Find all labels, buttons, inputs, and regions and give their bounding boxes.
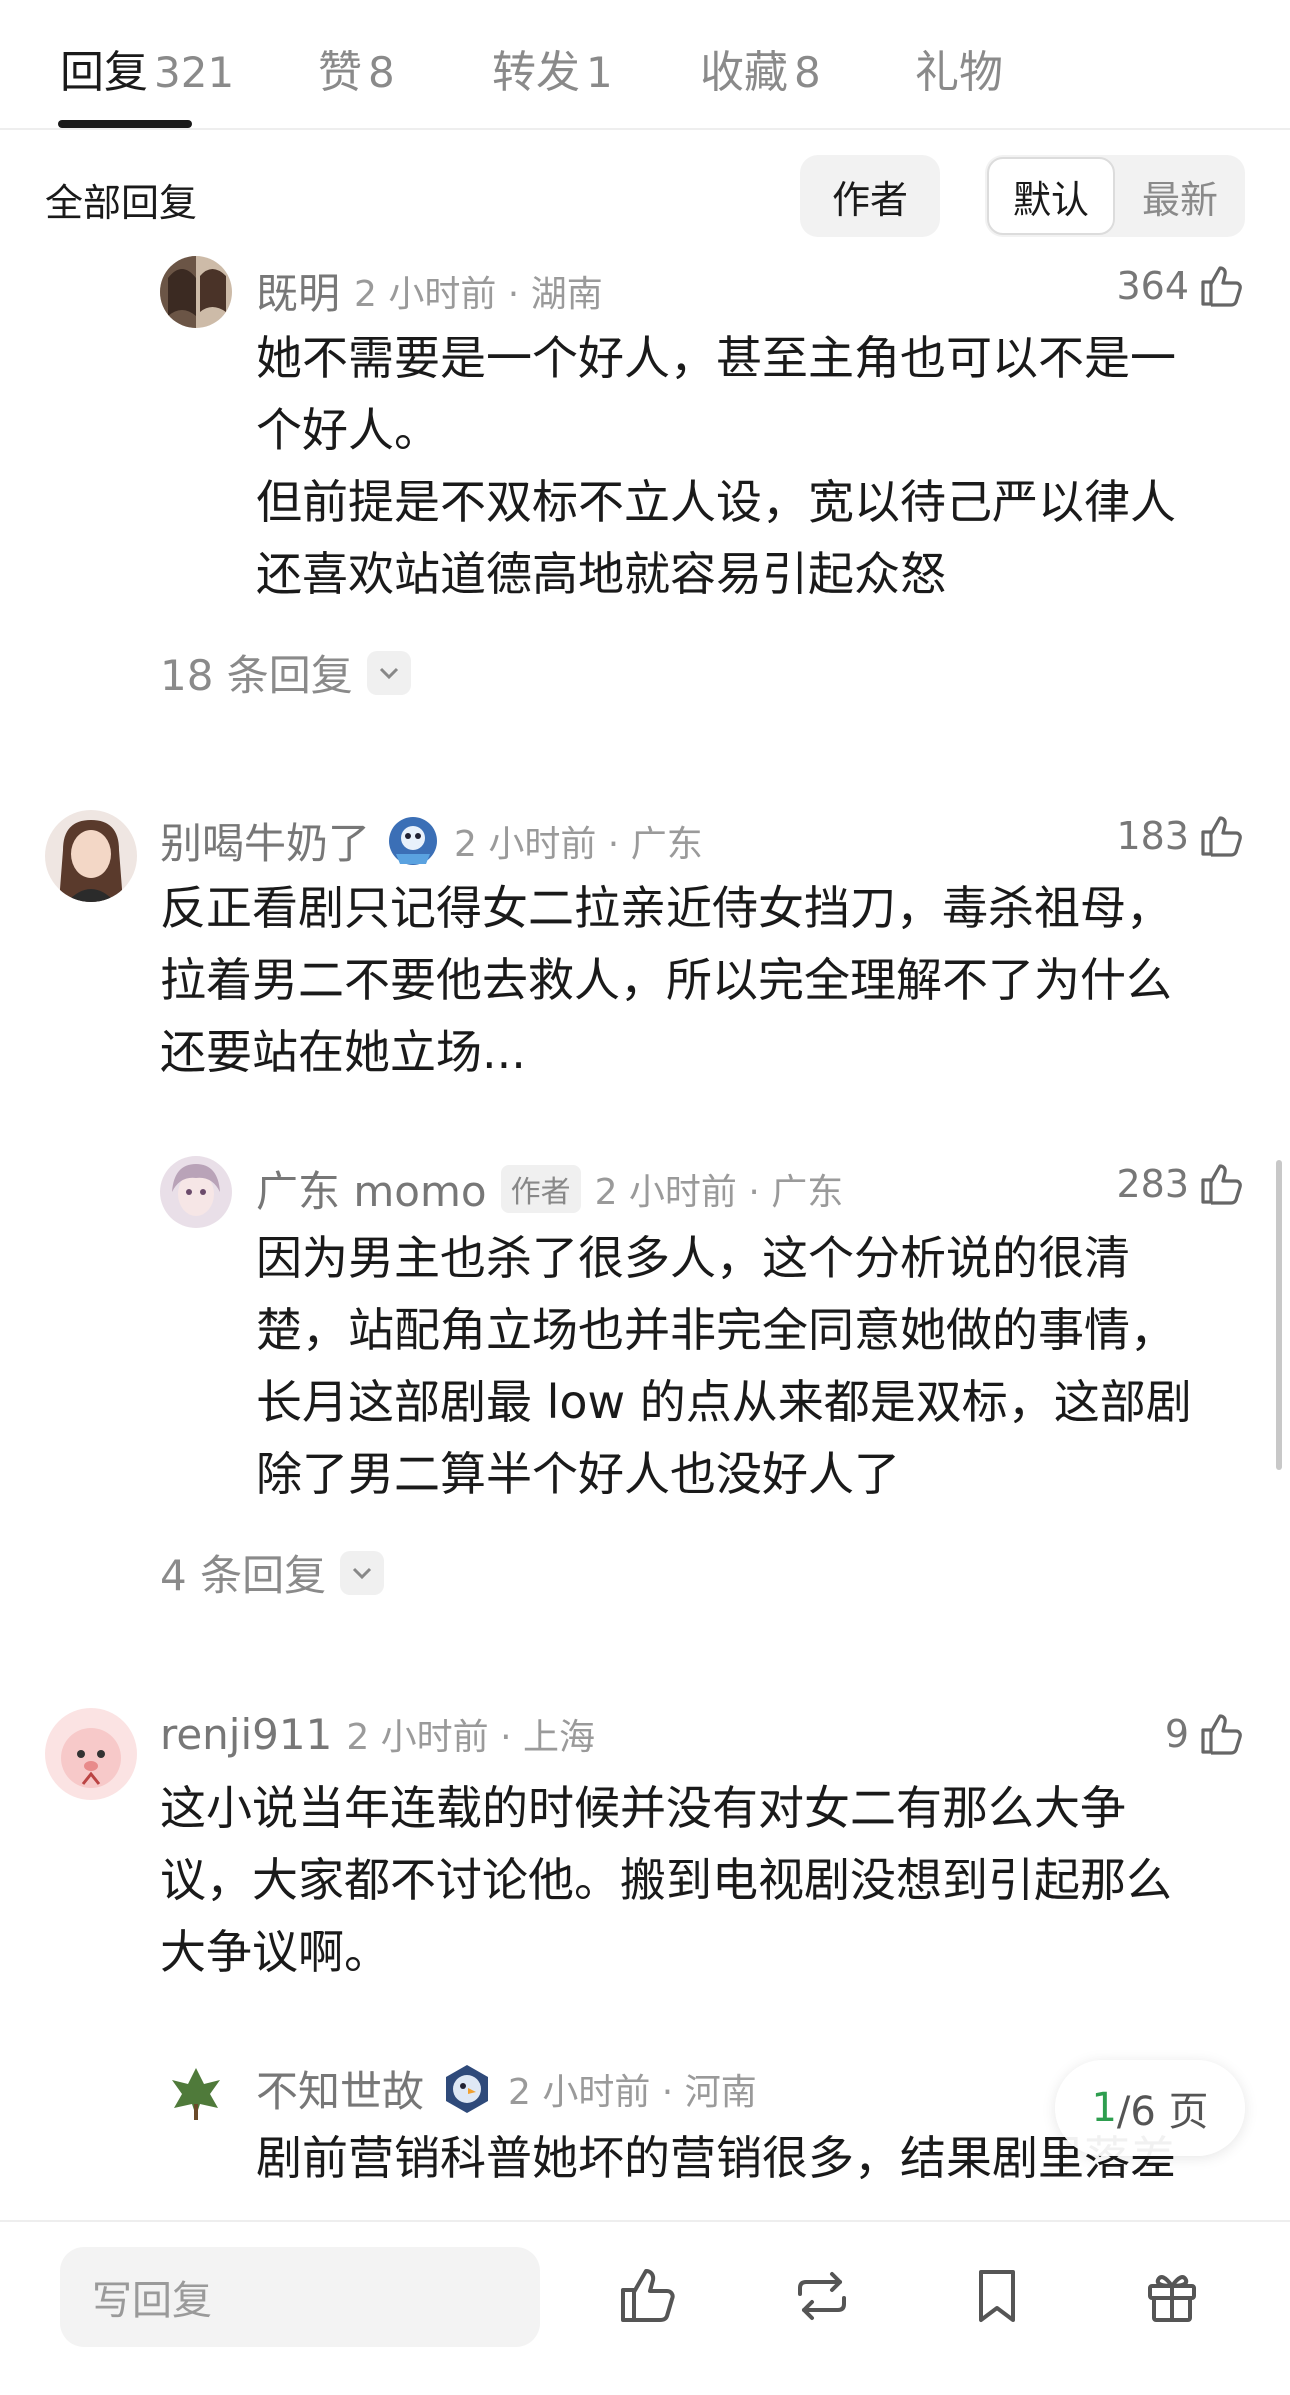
gift-icon[interactable] (1140, 2264, 1204, 2328)
tab-replies-count: 321 (154, 48, 235, 97)
author-badge: 作者 (500, 1164, 581, 1213)
tab-likes[interactable]: 赞8 (318, 36, 395, 100)
tab-gifts[interactable]: 礼物 (915, 36, 1003, 100)
comment-line: 除了男二算半个好人也没好人了 (256, 1447, 900, 1501)
username[interactable]: 既明 (256, 260, 340, 321)
comment-line: 反正看剧只记得女二拉亲近侍女挡刀，毒杀祖母， (160, 881, 1172, 935)
tab-likes-count: 8 (368, 48, 395, 97)
sort-default-button[interactable]: 默认 (987, 157, 1115, 235)
thumbs-up-icon (1201, 816, 1242, 857)
avatar[interactable] (45, 810, 137, 902)
comment-line: 这小说当年连载的时候并没有对女二有那么大争 (160, 1781, 1126, 1835)
tab-replies-label: 回复 (60, 47, 148, 98)
username[interactable]: 广东 momo (256, 1158, 487, 1219)
like-count: 9 (1164, 1712, 1189, 1756)
scrollbar[interactable] (1276, 1160, 1282, 1470)
comment-text: 反正看剧只记得女二拉亲近侍女挡刀，毒杀祖母， 拉着男二不要他去救人，所以完全理解… (160, 872, 1240, 1088)
thumbs-up-icon (1201, 1164, 1242, 1205)
tab-reposts[interactable]: 转发 1 (492, 36, 613, 100)
bookmark-icon[interactable] (965, 2264, 1029, 2328)
timestamp-location: 2 小时前 · 湖南 (354, 273, 603, 315)
current-page: 1 (1091, 2085, 1117, 2131)
tab-favorites[interactable]: 收藏 8 (700, 36, 821, 100)
comment-line: 但前提是不双标不立人设，宽以待己严以律人 (256, 475, 1176, 529)
user-medal-icon (389, 816, 438, 865)
comment-line: 大争议啊。 (160, 1925, 390, 1979)
like-button[interactable]: 283 (1116, 1160, 1245, 1208)
active-tab-indicator (58, 120, 192, 128)
timestamp-location: 2 小时前 · 广东 (454, 823, 703, 865)
like-icon[interactable] (615, 2264, 679, 2328)
all-replies-title: 全部回复 (45, 181, 198, 225)
comment-line: 还要站在她立场... (160, 1025, 526, 1079)
tab-favorites-label: 收藏 (700, 47, 788, 98)
avatar[interactable] (45, 1708, 137, 1800)
comment-line: 因为男主也杀了很多人，这个分析说的很清 (256, 1231, 1130, 1285)
comment-line: 楚，站配角立场也并非完全同意她做的事情， (256, 1303, 1176, 1357)
chevron-down-icon (366, 650, 411, 695)
timestamp-location: 2 小时前 · 广东 (594, 1171, 844, 1213)
tab-replies[interactable]: 回复 321 (60, 36, 234, 100)
tab-favorites-count: 8 (794, 48, 821, 97)
avatar[interactable] (160, 1156, 232, 1228)
reply-input[interactable]: 写回复 (60, 2247, 540, 2347)
username[interactable]: 不知世故 (256, 2058, 424, 2119)
sort-segmented-control: 默认 最新 (985, 155, 1245, 237)
user-medal-icon (446, 2064, 489, 2113)
tab-likes-label: 赞 (318, 47, 362, 98)
repost-icon[interactable] (790, 2264, 854, 2328)
comment-text: 她不需要是一个好人，甚至主角也可以不是一 个好人。 但前提是不双标不立人设，宽以… (256, 322, 1256, 610)
thumbs-up-icon (1201, 1714, 1242, 1755)
username[interactable]: renji911 (160, 1710, 332, 1759)
like-button[interactable]: 364 (1116, 262, 1245, 310)
like-count: 283 (1116, 1162, 1189, 1206)
comment-line: 长月这部剧最 low 的点从来都是双标，这部剧 (256, 1375, 1192, 1429)
comment-line: 个好人。 (256, 403, 440, 457)
tab-gifts-label: 礼物 (915, 47, 1003, 98)
comment-line: 还喜欢站道德高地就容易引起众怒 (256, 547, 946, 601)
author-filter-button[interactable]: 作者 (800, 155, 940, 237)
tab-reposts-label: 转发 (492, 47, 580, 98)
expand-replies-button[interactable]: 4 条回复 (160, 1542, 385, 1603)
like-button[interactable]: 9 (1165, 1710, 1245, 1758)
thumbs-up-icon (1201, 266, 1242, 307)
bottom-action-bar: 写回复 (0, 2220, 1290, 2395)
chevron-down-icon (340, 1550, 385, 1595)
replies-count-label: 4 条回复 (160, 1551, 327, 1600)
username[interactable]: 别喝牛奶了 (160, 810, 370, 871)
comment-line: 拉着男二不要他去救人，所以完全理解不了为什么 (160, 953, 1172, 1007)
tab-reposts-count: 1 (586, 48, 613, 97)
sort-latest-button[interactable]: 最新 (1115, 155, 1245, 237)
timestamp-location: 2 小时前 · 河南 (508, 2071, 757, 2113)
avatar[interactable] (160, 256, 232, 328)
comment-line: 议，大家都不讨论他。搬到电视剧没想到引起那么 (160, 1853, 1172, 1907)
timestamp-location: 2 小时前 · 上海 (346, 1717, 595, 1758)
expand-replies-button[interactable]: 18 条回复 (160, 642, 411, 703)
like-button[interactable]: 183 (1116, 812, 1245, 860)
total-pages: /6 页 (1116, 2089, 1209, 2135)
avatar[interactable] (160, 2054, 232, 2126)
page-indicator[interactable]: 1/6 页 (1055, 2060, 1245, 2156)
comment-text: 这小说当年连载的时候并没有对女二有那么大争 议，大家都不讨论他。搬到电视剧没想到… (160, 1772, 1240, 1988)
comment-text: 因为男主也杀了很多人，这个分析说的很清 楚，站配角立场也并非完全同意她做的事情，… (256, 1222, 1256, 1510)
comment-line: 她不需要是一个好人，甚至主角也可以不是一 (256, 331, 1176, 385)
like-count: 364 (1116, 264, 1189, 308)
replies-count-label: 18 条回复 (160, 651, 353, 700)
like-count: 183 (1116, 814, 1189, 858)
tab-bar: 回复 321 赞8 转发 1 收藏 8 礼物 (0, 0, 1290, 130)
